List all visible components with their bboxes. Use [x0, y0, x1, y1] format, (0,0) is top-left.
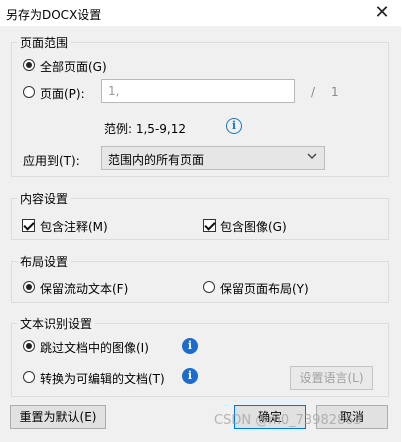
page-layout-radio[interactable] [203, 281, 215, 293]
content-settings-legend: 内容设置 [17, 190, 72, 207]
skip-images-label[interactable]: 跳过文档中的图像(I) [40, 339, 149, 356]
pages-label[interactable]: 页面(P): [40, 85, 85, 102]
close-icon[interactable]: ✕ [368, 1, 396, 25]
convert-editable-label[interactable]: 转换为可编辑的文档(T) [40, 370, 165, 387]
window-title: 另存为DOCX设置 [6, 8, 102, 22]
info-icon[interactable]: i [226, 118, 242, 134]
pages-radio[interactable] [23, 86, 35, 98]
dialog-body: 页面范围 全部页面(G) 页面(P): 1, / 1 范例: 1,5-9,12 … [0, 26, 401, 442]
watermark-text: CSDN @m0_73982863 [214, 413, 362, 428]
skip-images-radio[interactable] [23, 340, 35, 352]
apply-to-label: 应用到(T): [23, 154, 80, 168]
all-pages-label[interactable]: 全部页面(G) [40, 58, 107, 75]
info-icon[interactable]: i [182, 338, 198, 354]
all-pages-radio[interactable] [23, 59, 35, 71]
page-range-legend: 页面范围 [17, 34, 72, 51]
info-icon[interactable]: i [182, 368, 198, 384]
reset-default-button[interactable]: 重置为默认(E) [10, 405, 106, 429]
page-total: 1 [331, 85, 339, 99]
include-comments-checkbox[interactable] [22, 219, 35, 232]
save-as-docx-dialog: 另存为DOCX设置 ✕ 页面范围 全部页面(G) 页面(P): 1, / 1 范… [0, 0, 402, 442]
include-images-checkbox[interactable] [203, 219, 216, 232]
apply-to-select[interactable]: 范围内的所有页面 [101, 146, 325, 170]
flowing-text-radio[interactable] [23, 281, 35, 293]
reset-default-label: 重置为默认(E) [19, 410, 97, 424]
example-label: 范例: 1,5-9,12 [104, 122, 186, 136]
layout-settings-legend: 布局设置 [17, 253, 72, 270]
pages-input[interactable]: 1, [101, 79, 295, 103]
include-comments-label[interactable]: 包含注释(M) [40, 218, 108, 235]
flowing-text-label[interactable]: 保留流动文本(F) [40, 280, 128, 297]
convert-editable-radio[interactable] [23, 371, 35, 383]
ocr-settings-legend: 文本识别设置 [17, 315, 96, 332]
apply-to-value: 范围内的所有页面 [108, 153, 205, 167]
page-layout-label[interactable]: 保留页面布局(Y) [220, 280, 309, 297]
set-language-button[interactable]: 设置语言(L) [290, 366, 373, 390]
title-bar: 另存为DOCX设置 ✕ [0, 0, 402, 26]
chevron-down-icon [307, 153, 317, 159]
page-separator: / [311, 85, 316, 99]
include-images-label[interactable]: 包含图像(G) [220, 218, 287, 235]
pages-input-value: 1, [108, 84, 120, 98]
set-language-label: 设置语言(L) [299, 371, 364, 385]
